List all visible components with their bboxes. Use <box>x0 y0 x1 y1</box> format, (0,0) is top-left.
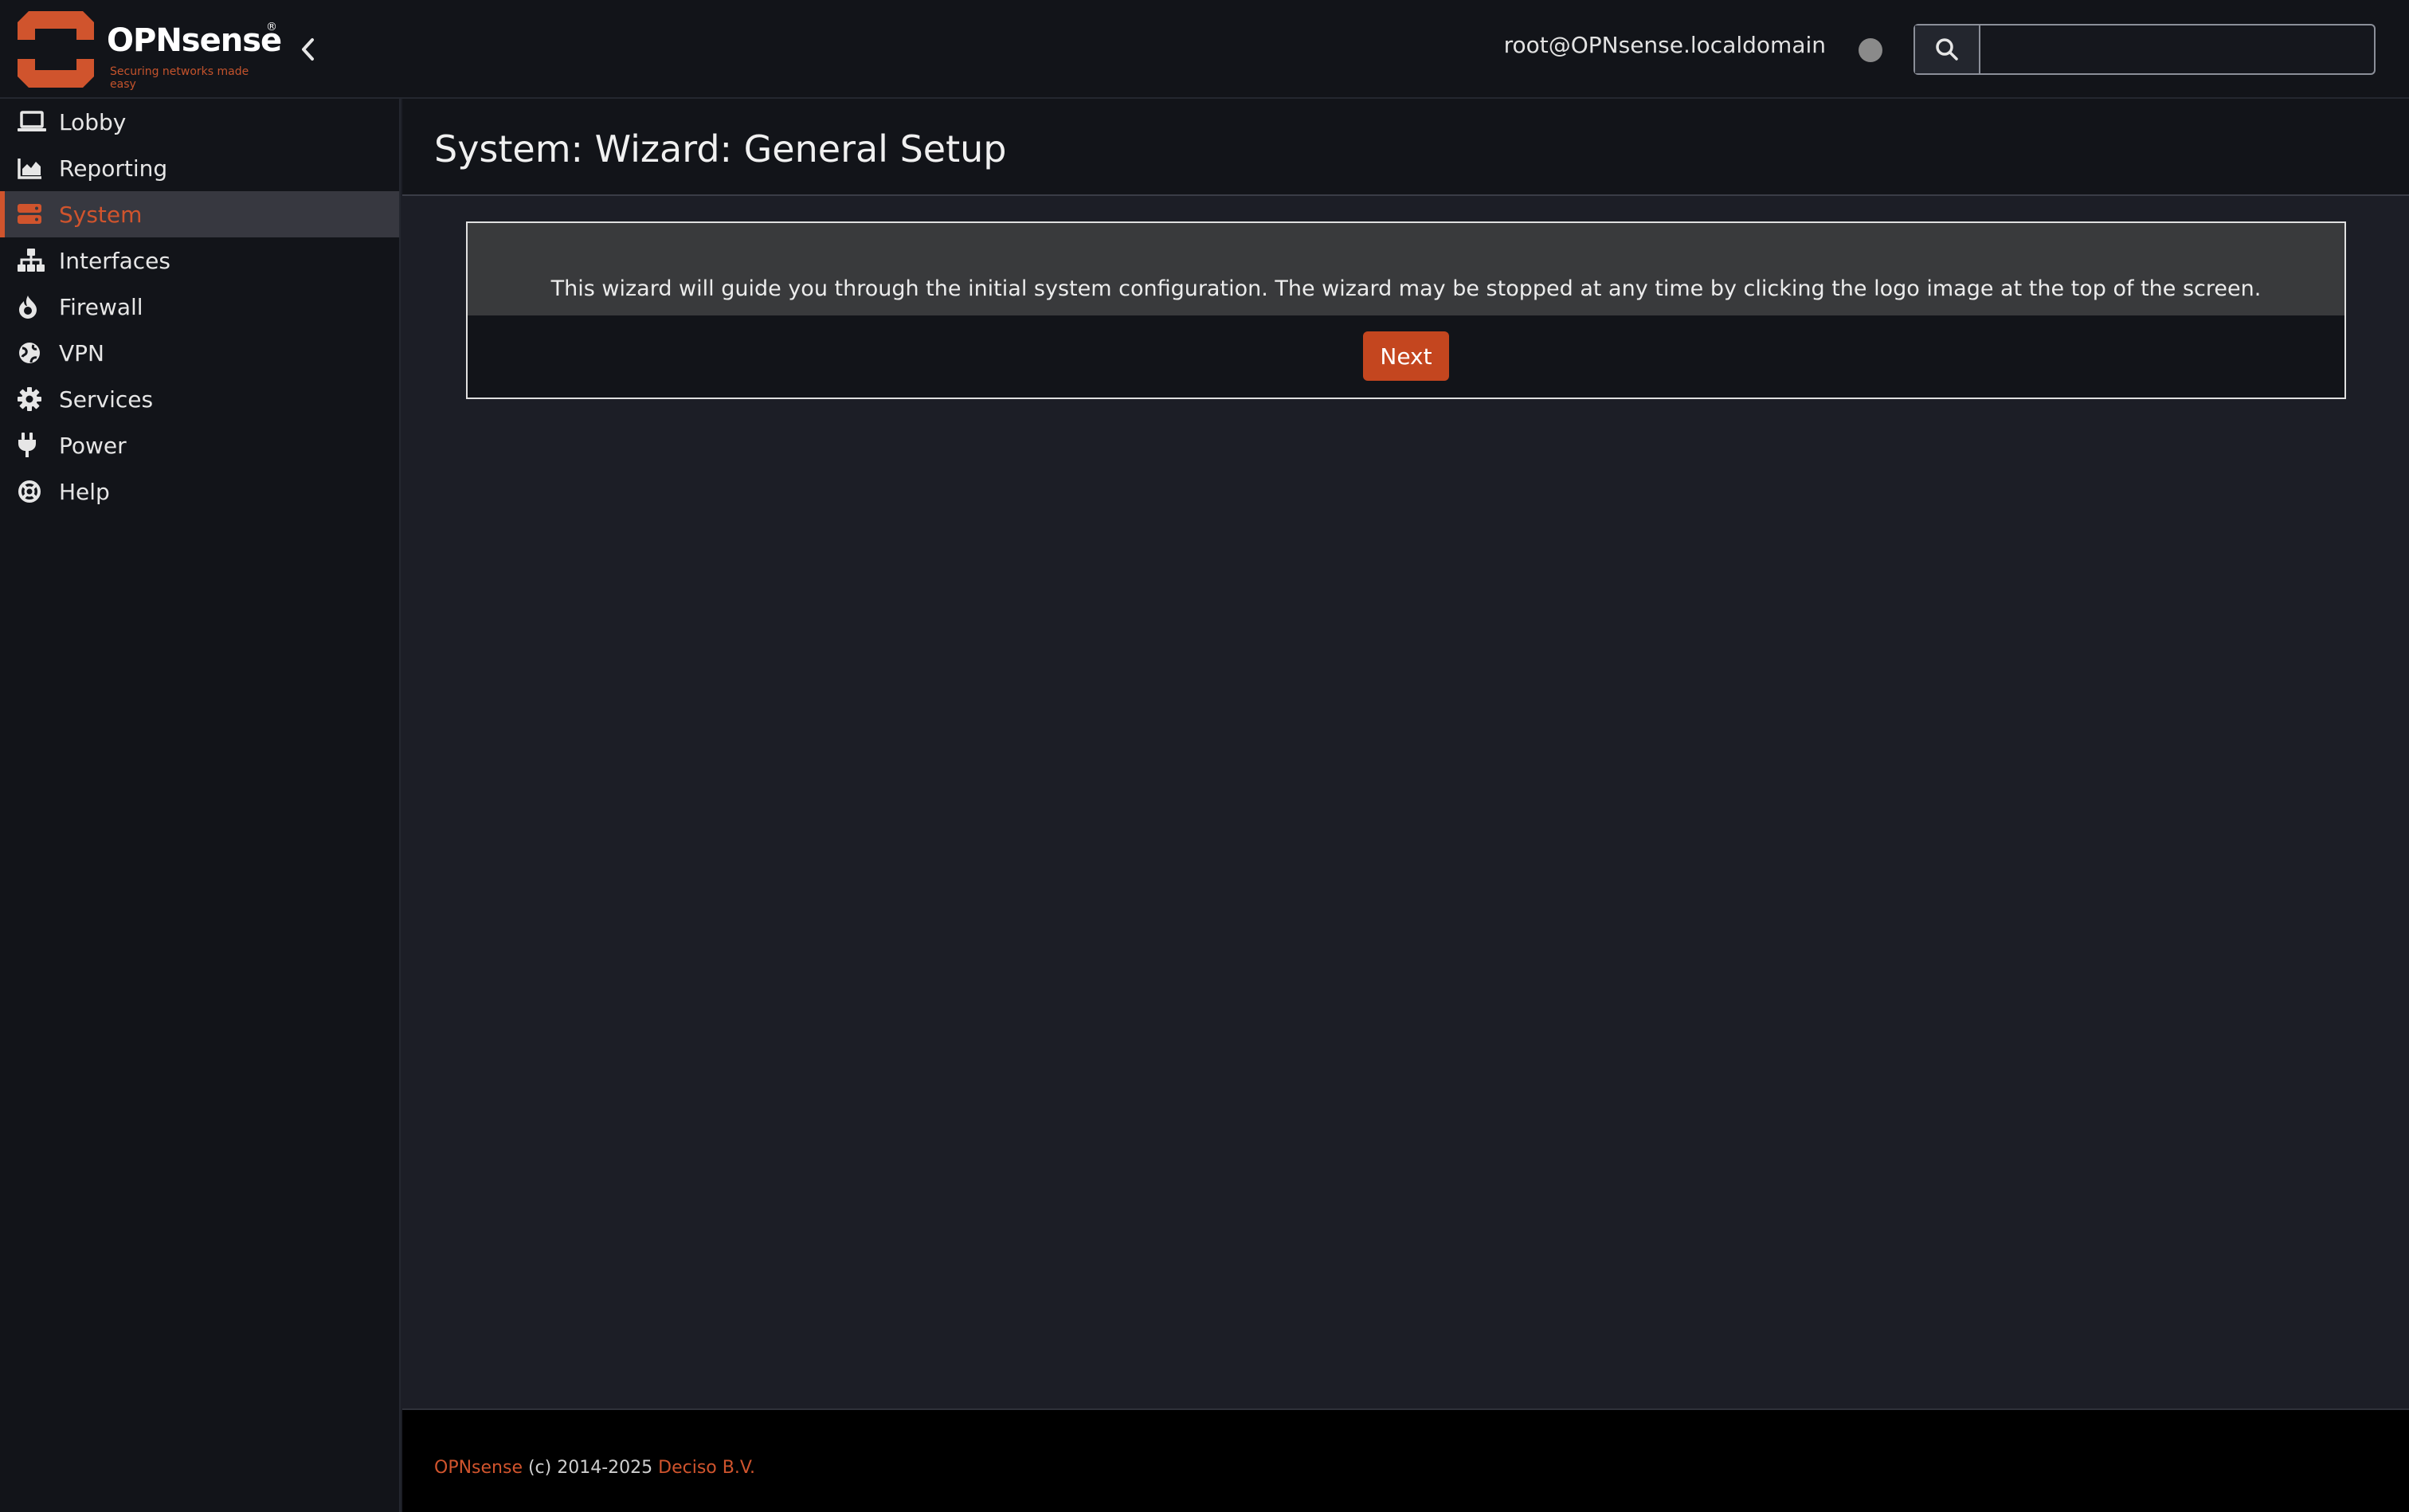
status-indicator[interactable] <box>1859 38 1882 62</box>
lifebuoy-icon <box>18 477 49 506</box>
logo-wordmark: OPNsense <box>107 22 282 59</box>
footer: OPNsense (c) 2014-2025 Deciso B.V. <box>402 1408 2409 1512</box>
sidebar-item-firewall[interactable]: Firewall <box>0 284 399 330</box>
chevron-left-icon <box>302 38 314 61</box>
sidebar-item-label: Services <box>59 386 154 413</box>
search-group <box>1913 24 2376 75</box>
sidebar-item-interfaces[interactable]: Interfaces <box>0 237 399 284</box>
collapse-sidebar-button[interactable] <box>296 35 320 64</box>
page-title: System: Wizard: General Setup <box>434 127 1007 170</box>
search-icon <box>1936 38 1958 61</box>
search-button[interactable] <box>1915 25 1980 73</box>
next-button[interactable]: Next <box>1363 331 1449 381</box>
sidebar-item-power[interactable]: Power <box>0 422 399 468</box>
page-header: System: Wizard: General Setup <box>402 99 2409 196</box>
sidebar-item-vpn[interactable]: VPN <box>0 330 399 376</box>
logo-tagline: Securing networks made easy <box>110 65 249 91</box>
user-label[interactable]: root@OPNsense.localdomain <box>1504 32 1826 58</box>
sidebar-item-system[interactable]: System <box>0 191 399 237</box>
logo-registered-mark: ® <box>266 21 277 33</box>
top-navbar: OPNsense ® Securing networks made easy r… <box>0 0 2409 99</box>
plug-icon <box>18 431 49 460</box>
wizard-panel: This wizard will guide you through the i… <box>466 221 2346 399</box>
sidebar-item-lobby[interactable]: Lobby <box>0 99 399 145</box>
footer-company-link[interactable]: Deciso B.V. <box>658 1458 755 1478</box>
main-content: This wizard will guide you through the i… <box>402 198 2409 1408</box>
logo[interactable]: OPNsense ® Securing networks made easy <box>18 11 282 91</box>
footer-text: OPNsense (c) 2014-2025 Deciso B.V. <box>434 1458 755 1478</box>
opnsense-logo-icon <box>18 11 94 88</box>
footer-brand-link[interactable]: OPNsense <box>434 1458 523 1478</box>
sidebar-item-reporting[interactable]: Reporting <box>0 145 399 191</box>
gear-icon <box>18 385 49 413</box>
sidebar-item-label: Interfaces <box>59 247 170 274</box>
sidebar-item-label: Reporting <box>59 155 168 182</box>
sidebar-item-services[interactable]: Services <box>0 376 399 422</box>
sidebar-item-label: Power <box>59 432 127 459</box>
sidebar-item-label: Firewall <box>59 293 143 320</box>
search-input[interactable] <box>1980 25 2374 73</box>
sidebar-item-label: Help <box>59 478 110 505</box>
server-icon <box>18 200 49 229</box>
sidebar: Lobby Reporting System Interfaces Firewa… <box>0 99 401 1512</box>
sidebar-item-label: VPN <box>59 339 104 366</box>
footer-copyright: (c) 2014-2025 <box>522 1458 659 1478</box>
sidebar-item-label: Lobby <box>59 108 127 135</box>
wizard-description: This wizard will guide you through the i… <box>468 223 2344 315</box>
sidebar-item-label: System <box>59 201 143 228</box>
area-chart-icon <box>18 154 49 182</box>
fire-icon <box>18 292 49 321</box>
sitemap-icon <box>18 246 49 275</box>
laptop-icon <box>18 108 49 136</box>
sidebar-item-help[interactable]: Help <box>0 468 399 515</box>
wizard-actions: Next <box>468 315 2344 381</box>
app-window: OPNsense ® Securing networks made easy r… <box>0 0 2409 1512</box>
globe-icon <box>18 339 49 367</box>
